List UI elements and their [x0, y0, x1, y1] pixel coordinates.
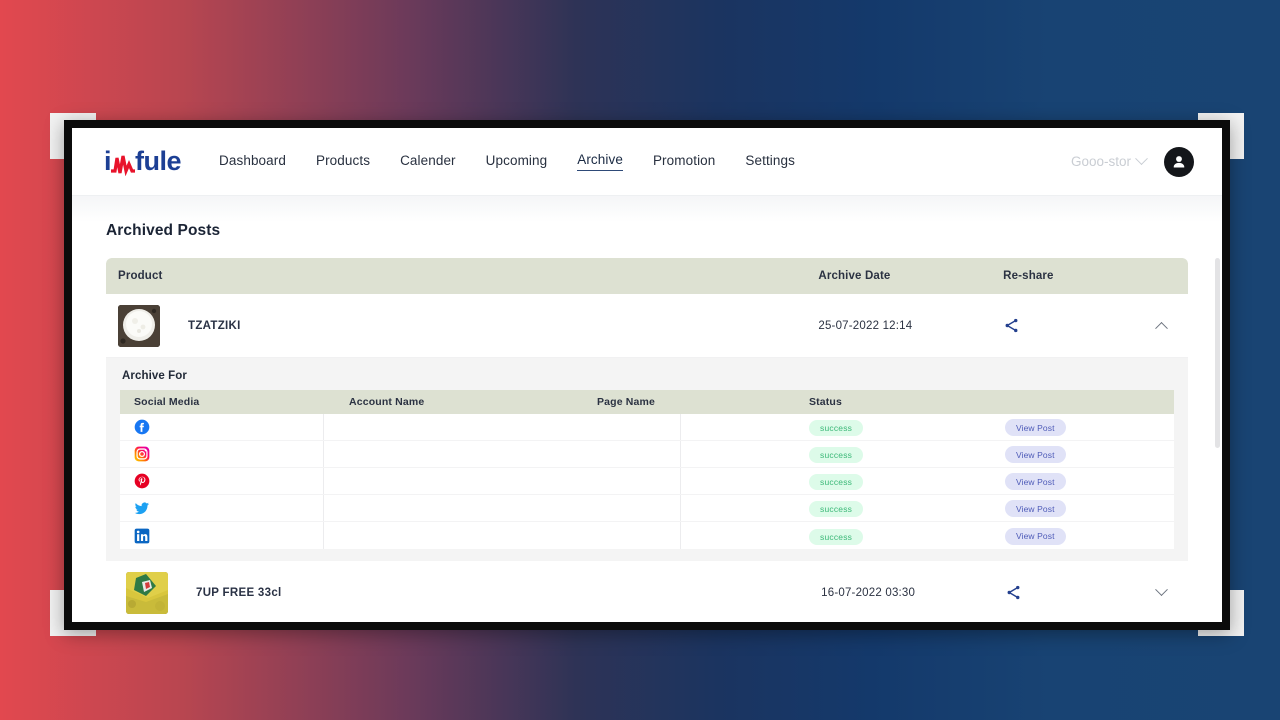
page-scrollbar[interactable]: [1215, 258, 1220, 558]
nav-right-group: Gooo-stor: [1070, 146, 1194, 177]
row-toggle-cell: [1149, 314, 1188, 338]
nav-item-settings[interactable]: Settings: [745, 153, 795, 171]
archive-for-header-row: Social Media Account Name Page Name Stat…: [120, 390, 1174, 414]
archive-for-table: Social Media Account Name Page Name Stat…: [120, 390, 1174, 549]
7up-can-thumbnail: [126, 571, 168, 614]
subcolumn-header-social-media: Social Media: [134, 396, 200, 408]
device-frame: i fule Dashboard Products Calender Upcomi…: [64, 120, 1230, 630]
table-header-row: Product Archive Date Re-share: [106, 258, 1188, 294]
view-post-button[interactable]: View Post: [1005, 500, 1066, 518]
archive-date-value: 16-07-2022 03:30: [821, 586, 916, 599]
page-title: Archived Posts: [106, 222, 221, 239]
app-screen: i fule Dashboard Products Calender Upcomi…: [72, 128, 1222, 622]
action-cell: View Post: [1005, 472, 1125, 491]
instagram-icon: [134, 446, 150, 462]
store-selector[interactable]: Gooo-stor: [1070, 152, 1148, 169]
nav-item-archive[interactable]: Archive: [577, 152, 623, 171]
action-cell: View Post: [1005, 499, 1125, 518]
social-media-cell: [134, 473, 349, 489]
status-badge: success: [809, 420, 864, 436]
logo-text-right: fule: [135, 146, 182, 176]
list-item: success View Post: [120, 522, 1174, 549]
chevron-down-icon[interactable]: [1149, 581, 1173, 605]
list-item: success View Post: [120, 495, 1174, 522]
column-header-archive-date: Archive Date: [818, 270, 891, 282]
top-navigation-bar: i fule Dashboard Products Calender Upcomi…: [72, 128, 1222, 196]
scrollbar-thumb[interactable]: [1215, 258, 1220, 448]
reshare-cell: [1005, 584, 1150, 601]
view-post-button[interactable]: View Post: [1005, 446, 1066, 464]
archive-date-cell: 25-07-2022 12:14: [818, 320, 1003, 332]
status-badge: success: [809, 501, 864, 517]
nav-item-products[interactable]: Products: [316, 153, 370, 171]
archive-for-panel: Archive For Social Media Account Name Pa…: [106, 358, 1188, 561]
share-icon[interactable]: [1005, 584, 1022, 601]
share-icon[interactable]: [1003, 317, 1020, 334]
social-media-cell: [134, 419, 349, 435]
row-toggle-cell: [1149, 581, 1188, 605]
subcolumn-header-page-name: Page Name: [597, 396, 655, 408]
reshare-cell: [1003, 317, 1149, 334]
chevron-down-icon: [1135, 152, 1148, 166]
status-cell: success: [809, 499, 1005, 517]
column-header-product: Product: [118, 270, 163, 282]
archived-posts-table: Product Archive Date Re-share TZATZIKI 2…: [106, 258, 1188, 622]
list-item: success View Post: [120, 441, 1174, 468]
social-media-cell: [134, 528, 349, 544]
twitter-icon: [134, 502, 149, 515]
nav-item-upcoming[interactable]: Upcoming: [486, 153, 548, 171]
action-cell: View Post: [1005, 526, 1125, 545]
subcolumn-header-status: Status: [809, 396, 842, 408]
status-badge: success: [809, 528, 864, 545]
user-avatar-icon[interactable]: [1164, 146, 1194, 177]
product-cell: TZATZIKI: [118, 304, 818, 347]
chevron-up-icon[interactable]: [1149, 314, 1173, 338]
product-name: TZATZIKI: [188, 319, 241, 332]
tzatziki-bowl-thumbnail: [118, 304, 160, 347]
list-item: success View Post: [120, 468, 1174, 495]
status-cell: success: [809, 445, 1005, 463]
status-badge: success: [809, 447, 864, 463]
social-media-cell: [134, 446, 349, 462]
store-selector-label: Gooo-stor: [1070, 154, 1131, 169]
page-content: Archived Posts Product Archive Date Re-s…: [72, 196, 1222, 622]
view-post-button[interactable]: View Post: [1005, 527, 1066, 545]
product-name: 7UP FREE 33cl: [196, 586, 282, 599]
archive-for-title: Archive For: [122, 370, 188, 382]
archive-date-value: 25-07-2022 12:14: [818, 319, 913, 332]
view-post-button[interactable]: View Post: [1005, 419, 1066, 437]
status-badge: success: [809, 474, 864, 490]
status-cell: success: [809, 418, 1005, 436]
facebook-icon: [134, 419, 150, 435]
action-cell: View Post: [1005, 418, 1125, 437]
action-cell: View Post: [1005, 445, 1125, 464]
view-post-button[interactable]: View Post: [1005, 473, 1066, 491]
column-header-reshare: Re-share: [1003, 270, 1054, 282]
nav-links: Dashboard Products Calender Upcoming Arc…: [219, 152, 795, 171]
linkedin-icon: [134, 528, 150, 543]
table-row[interactable]: 7UP FREE 33cl 16-07-2022 03:30: [106, 561, 1188, 622]
nav-item-calender[interactable]: Calender: [400, 153, 456, 171]
status-cell: success: [809, 527, 1005, 545]
table-row[interactable]: TZATZIKI 25-07-2022 12:14: [106, 294, 1188, 358]
nav-item-dashboard[interactable]: Dashboard: [219, 153, 286, 171]
archive-date-cell: 16-07-2022 03:30: [821, 587, 1004, 599]
pinterest-icon: [134, 473, 150, 489]
subcolumn-header-account-name: Account Name: [349, 396, 425, 408]
social-media-cell: [134, 500, 349, 516]
app-logo[interactable]: i fule: [104, 146, 182, 176]
status-cell: success: [809, 472, 1005, 490]
product-cell: 7UP FREE 33cl: [126, 571, 821, 614]
nav-item-promotion[interactable]: Promotion: [653, 153, 715, 171]
pulse-zigzag-icon: [110, 152, 136, 176]
list-item: success View Post: [120, 414, 1174, 441]
